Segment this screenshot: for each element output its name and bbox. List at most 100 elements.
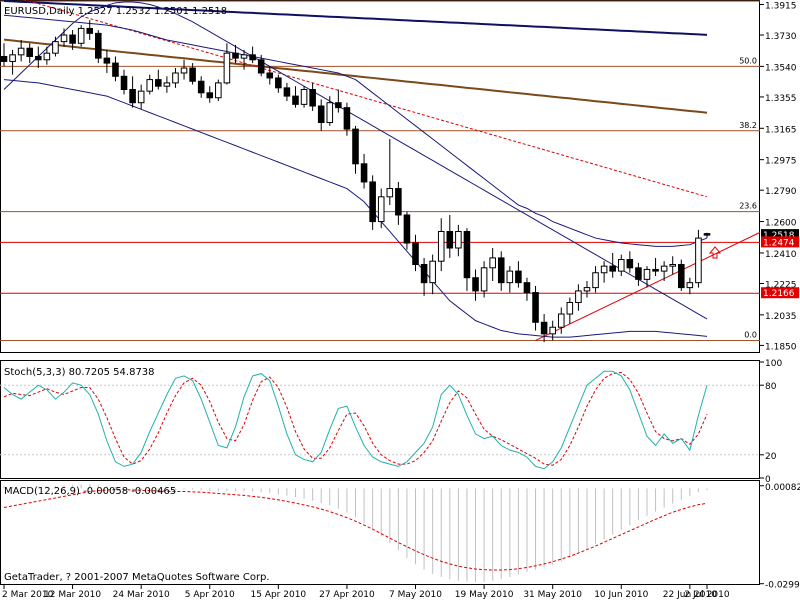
candle-body-bullish [224, 53, 230, 83]
candlestick [353, 126, 359, 174]
candlestick [541, 314, 547, 342]
candlestick [327, 96, 333, 126]
candle-body-bullish [387, 189, 393, 197]
candlestick [53, 37, 59, 57]
candle-body-bearish [370, 182, 376, 222]
candlestick [421, 258, 427, 296]
candle-body-bullish [53, 42, 59, 54]
copyright-text: GetaTrader, ? 2001-2007 MetaQuotes Softw… [4, 572, 270, 583]
candlestick [524, 278, 530, 301]
candlestick [138, 85, 144, 110]
candlestick [216, 80, 222, 101]
candlestick [44, 47, 50, 65]
candle-body-bearish [190, 68, 196, 81]
candlestick [121, 70, 127, 95]
candle-body-bullish [696, 238, 702, 283]
date-axis-label: 24 Mar 2010 [113, 590, 170, 600]
candle-body-bearish [156, 80, 162, 87]
candlestick [516, 261, 522, 287]
candle-body-bullish [584, 288, 590, 291]
candle-body-bearish [421, 265, 427, 283]
candle-body-bullish [173, 73, 179, 83]
candlestick [644, 266, 650, 287]
candlestick [96, 30, 102, 63]
candle-body-bearish [1, 56, 7, 61]
candlestick [627, 251, 633, 272]
candlestick [104, 50, 110, 73]
chart-window: 61.850.038.223.60.0 1.39151.37301.35401.… [0, 0, 800, 600]
candlestick [318, 99, 324, 130]
candlestick [584, 281, 590, 298]
macd-panel [4, 485, 707, 583]
price-axis-label: 1.3355 [765, 94, 797, 104]
candlestick [10, 50, 16, 75]
date-axis-label: 10 Jun 2010 [594, 590, 648, 600]
candle-body-bearish [130, 90, 136, 103]
candlestick [653, 258, 659, 276]
candle-body-bullish [507, 271, 513, 283]
stoch-main-line [4, 371, 707, 468]
candle-body-bearish [464, 231, 470, 277]
candle-body-bullish [456, 231, 462, 248]
candlestick [601, 261, 607, 282]
candlestick [27, 43, 33, 63]
candle-body-bearish [516, 271, 522, 283]
candle-body-bearish [121, 76, 127, 89]
candle-body-bearish [27, 48, 33, 56]
fib-level-label: 23.6 [739, 202, 757, 211]
stoch-title: Stoch(5,3,3) 80.7205 54.8738 [4, 367, 155, 378]
macd-axis-label: -0.02991 [765, 581, 800, 591]
candle-body-bearish [284, 88, 290, 96]
macd-axis-label: 0.00082 [765, 483, 800, 493]
candlestick [490, 248, 496, 281]
candlestick [678, 260, 684, 291]
candle-body-bullish [670, 265, 676, 267]
price-axis-label: 1.2410 [765, 250, 797, 260]
up-arrow-icon [710, 247, 720, 258]
candle-body-bearish [104, 58, 110, 63]
candlestick [293, 86, 299, 107]
candlestick [181, 60, 187, 80]
candlestick [507, 266, 513, 292]
candlestick [198, 76, 204, 97]
candlestick [361, 154, 367, 189]
candlestick [284, 83, 290, 101]
candlestick [336, 90, 342, 113]
candle-body-bullish [181, 68, 187, 73]
candle-body-bearish [267, 73, 273, 78]
candle-body-bearish [533, 293, 539, 323]
candle-body-bullish [558, 314, 564, 327]
candle-body-bearish [276, 78, 282, 88]
candle-body-bearish [310, 90, 316, 107]
candlestick [387, 139, 393, 205]
candlestick [447, 215, 453, 258]
candle-body-bullish [327, 103, 333, 123]
candle-body-bearish [404, 215, 410, 243]
candlestick [301, 86, 307, 107]
price-axis-label: 1.2975 [765, 157, 797, 167]
candlestick [61, 28, 67, 46]
candle-body-bearish [636, 268, 642, 280]
moving-average-brown-line [4, 40, 707, 113]
candle-body-bearish [704, 234, 710, 235]
candle-body-bullish [147, 80, 153, 92]
candle-body-bearish [353, 129, 359, 164]
stoch-axis-label: 20 [765, 452, 777, 462]
candlestick [130, 76, 136, 107]
candlestick [78, 25, 84, 46]
date-axis-label: 12 Mar 2010 [44, 590, 101, 600]
price-panel-frame [1, 1, 760, 353]
macd-title: MACD(12,26,9) -0.00058 -0.00465 [4, 486, 176, 497]
candlestick [413, 235, 419, 271]
candle-body-bearish [498, 258, 504, 283]
candlestick [224, 43, 230, 84]
price-panel: 61.850.038.223.60.0 [0, 0, 760, 342]
candlestick [481, 261, 487, 297]
candle-body-bullish [593, 273, 599, 288]
candle-body-bearish [610, 266, 616, 271]
candlestick [473, 269, 479, 300]
candle-body-bullish [687, 283, 693, 288]
date-axis-label: 5 Apr 2010 [185, 590, 235, 600]
candlestick [310, 83, 316, 111]
candle-body-bullish [241, 55, 247, 58]
